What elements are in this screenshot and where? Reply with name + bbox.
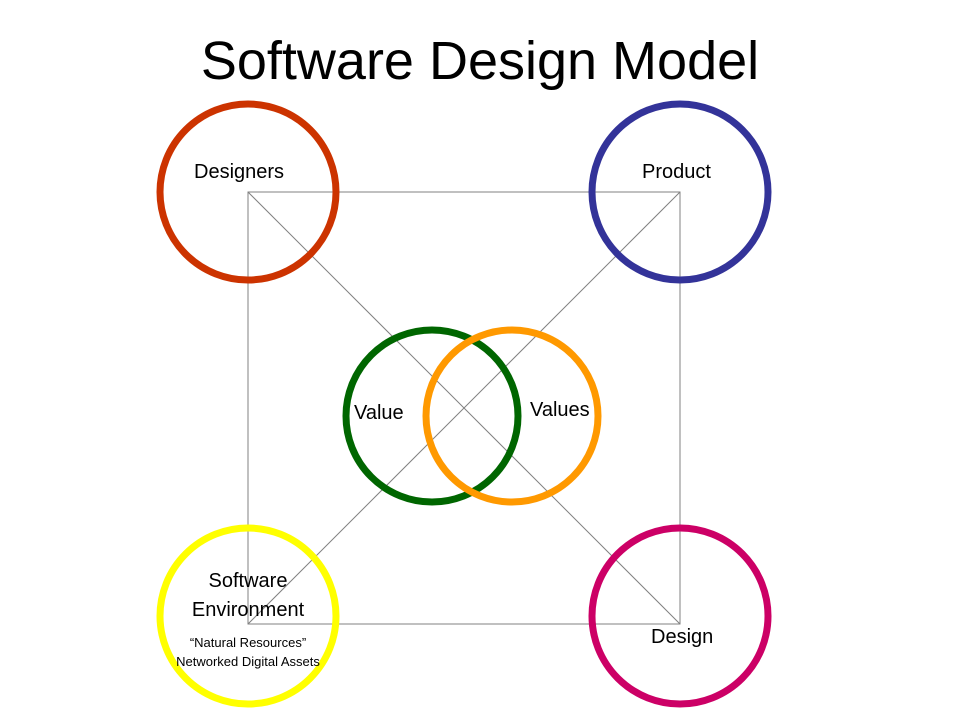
design-label: Design bbox=[651, 626, 714, 648]
slide: Software Design Model Designers Product … bbox=[0, 0, 960, 720]
product-label: Product bbox=[642, 161, 711, 183]
networked-assets-note: Networked Digital Assets bbox=[176, 654, 320, 669]
diagram-canvas bbox=[156, 100, 772, 708]
values-label: Values bbox=[530, 399, 590, 421]
natural-resources-note: “Natural Resources” bbox=[189, 635, 307, 650]
designers-label: Designers bbox=[194, 161, 285, 183]
value-label: Value bbox=[354, 402, 404, 424]
software-environment-label-line2: Environment bbox=[191, 599, 305, 621]
software-environment-label-line1: Software bbox=[208, 570, 288, 592]
